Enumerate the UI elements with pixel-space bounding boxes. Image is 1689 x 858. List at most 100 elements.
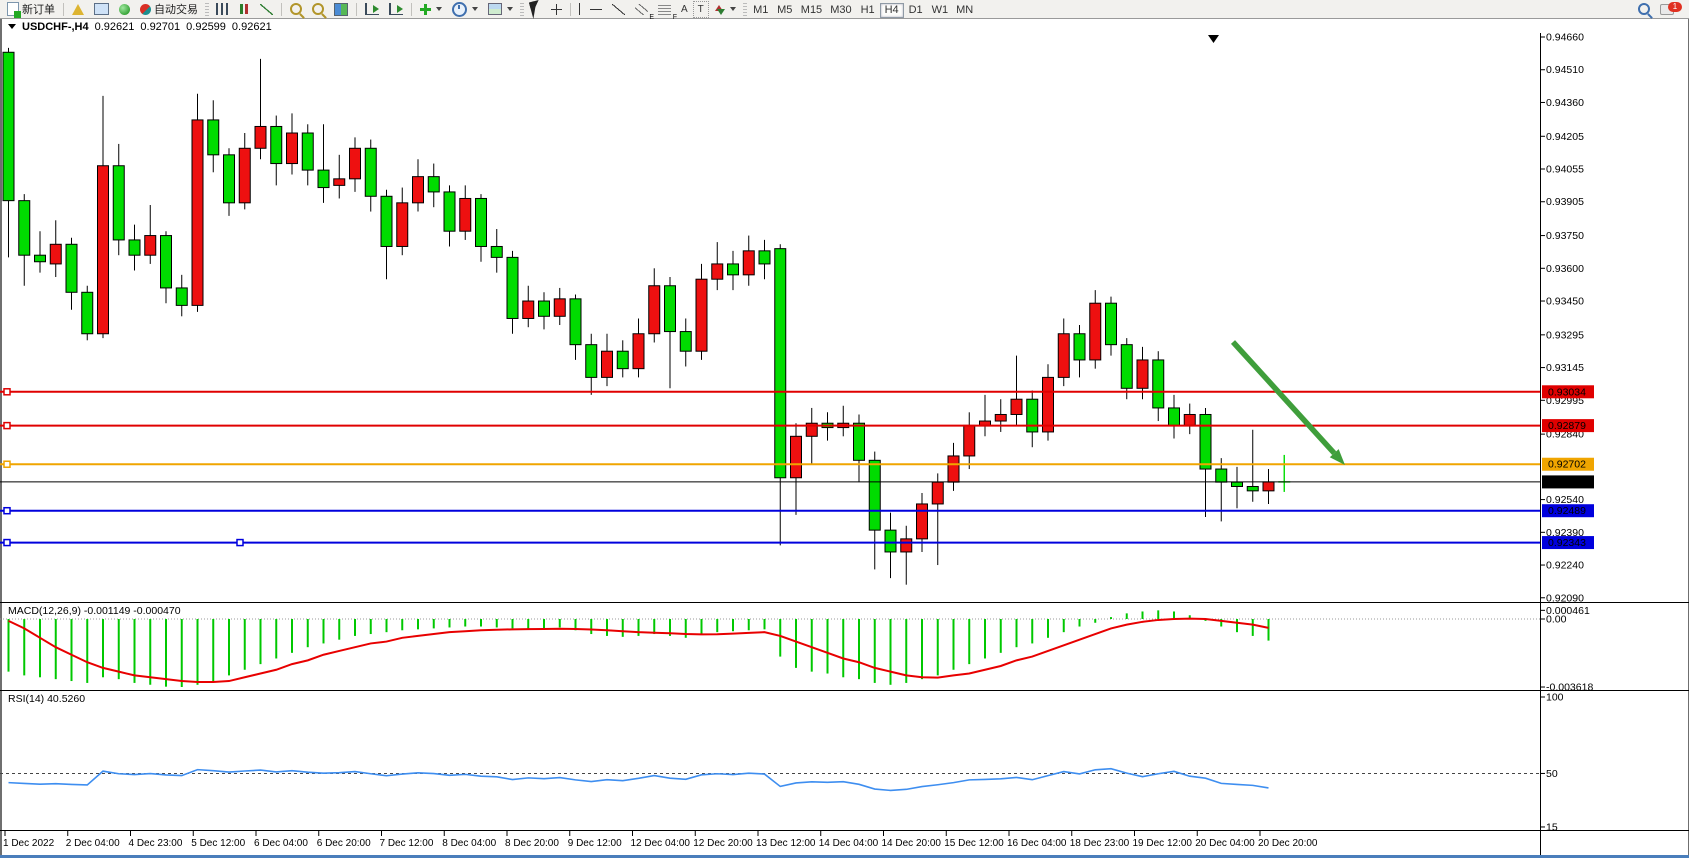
toolbar-grip	[205, 3, 209, 16]
candle	[932, 482, 943, 504]
channel-button[interactable]: E	[630, 1, 653, 18]
time-axis-label: 8 Dec 20:00	[505, 838, 559, 849]
timeframe-m1[interactable]: M1	[749, 3, 773, 18]
line-handle[interactable]	[4, 508, 10, 514]
trendline-button[interactable]	[607, 1, 630, 18]
time-axis-label: 2 Dec 04:00	[66, 838, 120, 849]
auto-scroll-button[interactable]	[360, 1, 384, 18]
price-tick-label: 0.93295	[1546, 329, 1584, 341]
chart-canvas[interactable]: 0.946600.945100.943600.942050.940550.939…	[0, 0, 1689, 858]
zoom-out-button[interactable]	[307, 1, 329, 18]
bar-chart-button[interactable]	[211, 1, 233, 18]
fibonacci-button[interactable]: F	[653, 1, 676, 18]
candle	[1263, 482, 1274, 491]
candlestick-chart-icon	[238, 3, 250, 15]
time-axis-label: 19 Dec 12:00	[1133, 838, 1193, 849]
timeframe-mn[interactable]: MN	[952, 3, 977, 18]
time-axis-label: 5 Dec 12:00	[191, 838, 245, 849]
candle	[113, 166, 124, 240]
indicators-icon	[420, 4, 431, 15]
search-button[interactable]	[1633, 1, 1655, 18]
timeframe-h1[interactable]: H1	[856, 3, 880, 18]
timeframe-d1[interactable]: D1	[904, 3, 928, 18]
quote-open: 0.92621	[95, 21, 135, 33]
candle	[649, 286, 660, 334]
candle	[885, 530, 896, 552]
timeframe-m15[interactable]: M15	[797, 3, 826, 18]
vertical-line-button[interactable]	[574, 1, 585, 18]
autotrading-button[interactable]: 自动交易	[135, 1, 203, 18]
timeframe-h4[interactable]: H4	[880, 3, 904, 18]
crosshair-button[interactable]	[546, 1, 567, 18]
price-tick-label: 0.93905	[1546, 196, 1584, 208]
text-label-button[interactable]: T	[693, 1, 709, 18]
chart-shift-button[interactable]	[384, 1, 408, 18]
candle	[1216, 469, 1227, 482]
price-badge-label: 0.92879	[1548, 420, 1586, 432]
timeframe-m30[interactable]: M30	[826, 3, 855, 18]
text-icon: A	[681, 4, 688, 15]
horizontal-line-icon	[590, 9, 602, 10]
text-button[interactable]: A	[676, 1, 693, 18]
candle	[19, 201, 30, 256]
candle	[791, 436, 802, 477]
price-tick-label: 0.93750	[1546, 230, 1584, 242]
cursor-button[interactable]	[526, 1, 546, 18]
price-badge-label: 0.92621	[1548, 476, 1586, 488]
fibonacci-glyph: F	[673, 14, 677, 21]
candle	[129, 240, 140, 255]
candlestick-chart-button[interactable]	[233, 1, 255, 18]
quote-high: 0.92701	[140, 21, 180, 33]
metaeditor-button[interactable]	[67, 1, 89, 18]
vertical-line-icon	[579, 3, 580, 15]
candle	[1106, 303, 1117, 344]
candle	[1184, 414, 1195, 425]
chart-title-bar: USDCHF-,H4 0.92621 0.92701 0.92599 0.926…	[2, 20, 1548, 33]
candle	[302, 133, 313, 170]
candle	[1011, 399, 1022, 414]
line-handle[interactable]	[4, 423, 10, 429]
candle	[1090, 303, 1101, 360]
candle	[82, 292, 93, 333]
candle	[712, 264, 723, 279]
notifications-button[interactable]: 1	[1655, 1, 1679, 18]
candle	[539, 301, 550, 316]
window-menu-icon[interactable]	[8, 24, 16, 29]
arrow-annotation[interactable]	[1233, 342, 1334, 453]
candle	[145, 236, 156, 256]
time-axis-label: 6 Dec 04:00	[254, 838, 308, 849]
candle	[208, 120, 219, 155]
line-handle[interactable]	[4, 389, 10, 395]
periods-button[interactable]	[447, 1, 483, 18]
timeframe-w1[interactable]: W1	[928, 3, 953, 18]
horizontal-line-button[interactable]	[585, 1, 607, 18]
tile-windows-button[interactable]	[329, 1, 353, 18]
arrows-button[interactable]	[709, 1, 741, 18]
timeframe-m5[interactable]: M5	[773, 3, 797, 18]
price-tick-label: 0.94205	[1546, 131, 1584, 143]
time-axis-label: 7 Dec 12:00	[380, 838, 434, 849]
line-handle[interactable]	[237, 540, 243, 546]
line-chart-button[interactable]	[255, 1, 278, 18]
line-handle[interactable]	[4, 461, 10, 467]
candle	[224, 155, 235, 203]
line-handle[interactable]	[4, 540, 10, 546]
candle	[854, 423, 865, 460]
indicators-button[interactable]	[415, 1, 447, 18]
candle	[318, 170, 329, 187]
new-order-button[interactable]: 新订单	[2, 1, 60, 18]
candle	[365, 148, 376, 196]
quote-close: 0.92621	[232, 21, 272, 33]
candle	[397, 203, 408, 247]
candle	[507, 257, 518, 318]
templates-button[interactable]	[483, 1, 518, 18]
zoom-in-icon	[290, 3, 302, 15]
terminal-button[interactable]	[89, 1, 114, 18]
candle	[964, 425, 975, 456]
chart-shift-marker[interactable]	[1208, 35, 1219, 43]
candle	[665, 286, 676, 332]
candle	[775, 249, 786, 478]
zoom-in-button[interactable]	[285, 1, 307, 18]
strategy-tester-button[interactable]	[114, 1, 135, 18]
candle	[901, 539, 912, 552]
